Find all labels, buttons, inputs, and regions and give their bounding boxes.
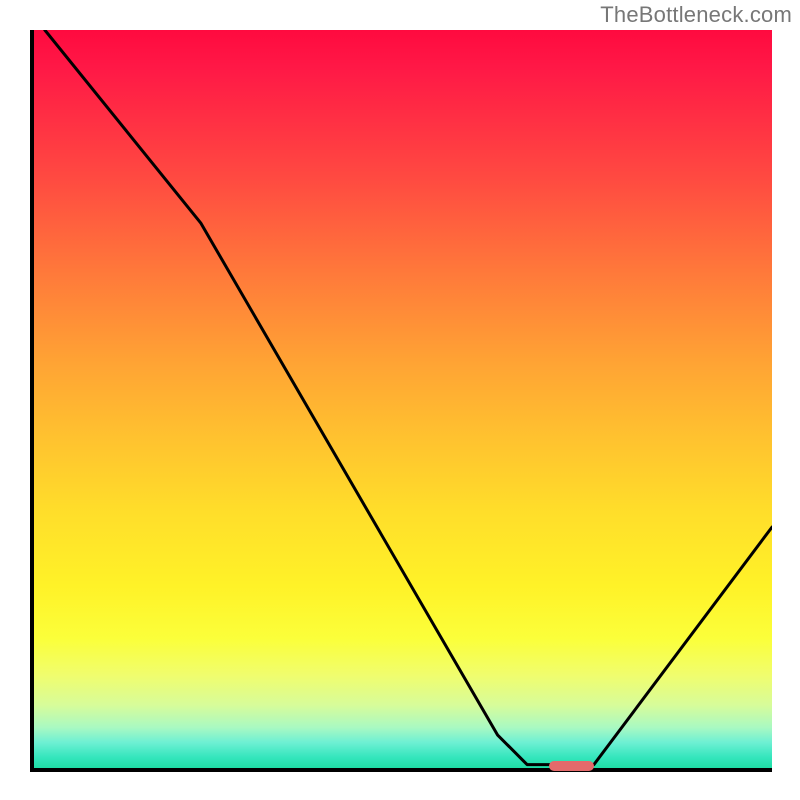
optimum-marker [549, 761, 594, 771]
watermark-text: TheBottleneck.com [600, 2, 792, 28]
plot-area [30, 30, 772, 772]
curve-layer [30, 30, 772, 772]
chart-container: TheBottleneck.com [0, 0, 800, 800]
bottleneck-curve [45, 30, 772, 765]
